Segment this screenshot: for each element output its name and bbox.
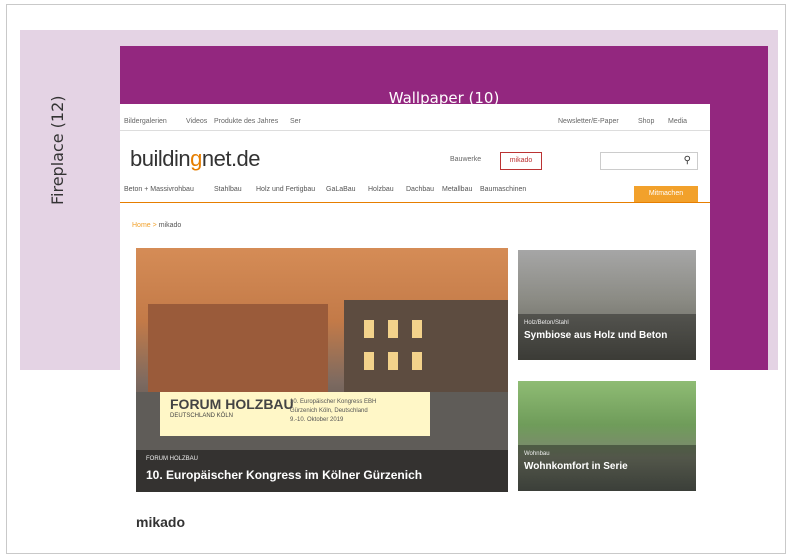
main-nav-item[interactable]: Metallbau <box>442 186 472 193</box>
event-ad-logo: FORUM HOLZBAU DEUTSCHLAND KÖLN <box>170 396 294 419</box>
partner-link[interactable]: Bauwerke <box>450 156 481 163</box>
card-title[interactable]: Symbiose aus Holz und Beton <box>524 330 684 342</box>
partner-logo-mikado[interactable]: mikado <box>500 152 542 170</box>
hero-title[interactable]: 10. Europäischer Kongress im Kölner Gürz… <box>146 468 422 482</box>
event-ad-banner[interactable]: FORUM HOLZBAU DEUTSCHLAND KÖLN 10. Europ… <box>160 392 430 436</box>
top-nav-item[interactable]: Videos <box>186 118 207 125</box>
card-caption: Holz/Beton/Stahl Symbiose aus Holz und B… <box>518 314 696 360</box>
website-preview: Bildergalerien Videos Produkte des Jahre… <box>120 104 710 534</box>
site-logo[interactable]: buildingnet.de <box>130 146 261 172</box>
card-kicker: Wohnbau <box>524 451 550 457</box>
main-nav-item[interactable]: GaLaBau <box>326 186 356 193</box>
breadcrumb: Home > mikado <box>132 222 182 229</box>
main-nav-item[interactable]: Dachbau <box>406 186 434 193</box>
main-nav-item[interactable]: Holz und Fertigbau <box>256 186 315 193</box>
hero-building-image <box>148 304 328 392</box>
main-nav-item[interactable]: Baumaschinen <box>480 186 526 193</box>
top-nav-item[interactable]: Ser <box>290 118 301 125</box>
top-nav-item[interactable]: Newsletter/E-Paper <box>558 118 619 125</box>
card-caption: Wohnbau Wohnkomfort in Serie <box>518 445 696 491</box>
card-title[interactable]: Wohnkomfort in Serie <box>524 461 684 473</box>
top-nav-item[interactable]: Media <box>668 118 687 125</box>
search-icon[interactable]: ⚲ <box>684 155 691 166</box>
top-nav-item[interactable]: Produkte des Jahres <box>214 118 278 125</box>
cta-button[interactable]: Mitmachen <box>634 186 698 202</box>
teaser-card[interactable]: Wohnbau Wohnkomfort in Serie <box>518 381 696 491</box>
main-nav: Beton + Massivrohbau Stahlbau Holz und F… <box>120 180 710 203</box>
top-nav-item[interactable]: Bildergalerien <box>124 118 167 125</box>
top-nav-item[interactable]: Shop <box>638 118 654 125</box>
search-input[interactable]: ⚲ <box>600 152 698 170</box>
hero-kicker: FORUM HOLZBAU <box>146 456 199 462</box>
page-title: mikado <box>136 514 186 530</box>
breadcrumb-current: mikado <box>158 222 182 229</box>
hero-teaser[interactable]: FORUM HOLZBAU DEUTSCHLAND KÖLN 10. Europ… <box>136 248 508 492</box>
main-nav-item[interactable]: Beton + Massivrohbau <box>124 186 194 193</box>
top-nav-divider <box>120 130 710 131</box>
hero-building-image <box>344 300 508 396</box>
hero-caption: FORUM HOLZBAU 10. Europäischer Kongress … <box>136 450 508 492</box>
fireplace-label: Fireplace (12) <box>48 95 67 205</box>
main-nav-item[interactable]: Holzbau <box>368 186 394 193</box>
event-ad-text: 10. Europäischer Kongress EBH Gürzenich … <box>290 399 377 423</box>
card-kicker: Holz/Beton/Stahl <box>524 320 569 326</box>
teaser-card[interactable]: Holz/Beton/Stahl Symbiose aus Holz und B… <box>518 250 696 360</box>
main-nav-item[interactable]: Stahlbau <box>214 186 242 193</box>
breadcrumb-home[interactable]: Home <box>132 222 151 229</box>
